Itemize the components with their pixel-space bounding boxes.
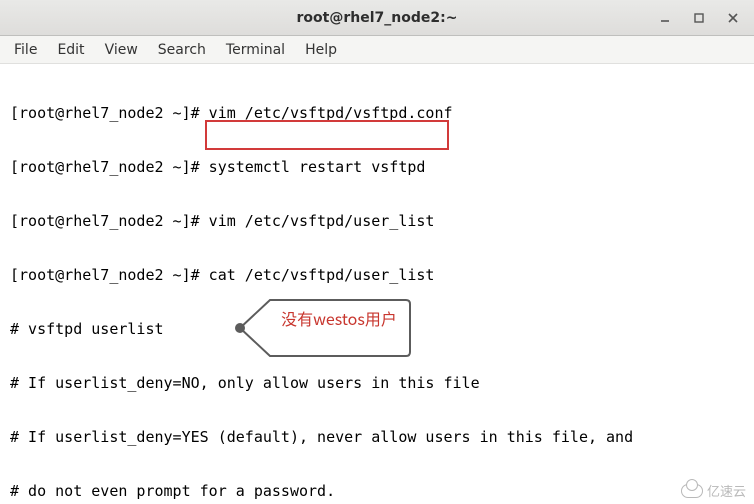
- window-controls: [648, 0, 750, 36]
- close-button[interactable]: [716, 4, 750, 32]
- terminal-line: [root@rhel7_node2 ~]# vim /etc/vsftpd/us…: [10, 212, 744, 230]
- terminal-line: [root@rhel7_node2 ~]# cat /etc/vsftpd/us…: [10, 266, 744, 284]
- maximize-button[interactable]: [682, 4, 716, 32]
- menubar: File Edit View Search Terminal Help: [0, 36, 754, 64]
- menu-edit[interactable]: Edit: [47, 36, 94, 63]
- terminal-area[interactable]: [root@rhel7_node2 ~]# vim /etc/vsftpd/vs…: [0, 64, 754, 504]
- terminal-line: # If userlist_deny=YES (default), never …: [10, 428, 744, 446]
- terminal-line: [root@rhel7_node2 ~]# systemctl restart …: [10, 158, 744, 176]
- terminal-line: # vsftpd userlist: [10, 320, 744, 338]
- menu-terminal[interactable]: Terminal: [216, 36, 295, 63]
- titlebar: root@rhel7_node2:~: [0, 0, 754, 36]
- terminal-line: [root@rhel7_node2 ~]# vim /etc/vsftpd/vs…: [10, 104, 744, 122]
- menu-view[interactable]: View: [95, 36, 148, 63]
- menu-search[interactable]: Search: [148, 36, 216, 63]
- menu-help[interactable]: Help: [295, 36, 347, 63]
- terminal-line: # do not even prompt for a password.: [10, 482, 744, 500]
- window-title: root@rhel7_node2:~: [0, 10, 754, 26]
- terminal-line: # If userlist_deny=NO, only allow users …: [10, 374, 744, 392]
- menu-file[interactable]: File: [4, 36, 47, 63]
- minimize-button[interactable]: [648, 4, 682, 32]
